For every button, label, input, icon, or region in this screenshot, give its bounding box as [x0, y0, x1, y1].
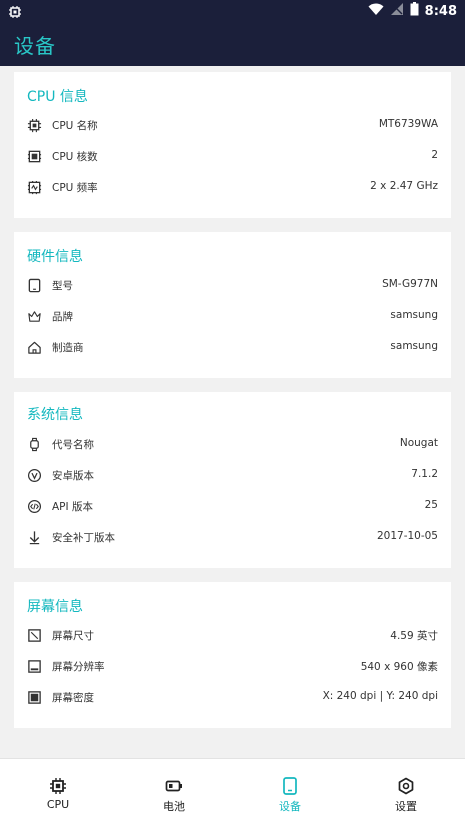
crown-icon: [27, 309, 42, 324]
row-label: API 版本: [52, 501, 93, 513]
row-value: samsung: [390, 340, 438, 352]
row-security-patch: 安全补丁版本 2017-10-05: [27, 528, 438, 548]
tablet-icon: [27, 278, 42, 293]
row-value: 25: [424, 499, 438, 511]
row-manufacturer: 制造商 samsung: [27, 338, 438, 358]
wifi-icon: [368, 2, 384, 20]
device-info-icon: [8, 4, 22, 18]
battery-icon: [410, 2, 419, 20]
row-label: 屏幕密度: [52, 692, 94, 704]
nav-item-device[interactable]: 设备: [232, 759, 348, 828]
resolution-icon: [27, 659, 42, 674]
row-cpu-name: CPU 名称 MT6739WA: [27, 116, 438, 136]
screen-size-icon: [27, 628, 42, 643]
card-title-system: 系统信息: [27, 407, 83, 423]
signal-icon: [390, 2, 404, 20]
home-icon: [27, 340, 42, 355]
row-label: 屏幕尺寸: [52, 630, 94, 642]
row-value: SM-G977N: [382, 278, 438, 290]
status-bar: 8:48: [0, 0, 465, 22]
cores-icon: [27, 149, 42, 164]
cpu-info-card: CPU 信息 CPU 名称 MT6739WA CPU 核数 2 CPU 频率 2…: [14, 72, 451, 218]
nav-label: 设备: [279, 800, 301, 813]
row-cpu-cores: CPU 核数 2: [27, 147, 438, 167]
bottom-navigation: CPU 电池 设备 设置: [0, 758, 465, 828]
row-label: 屏幕分辨率: [52, 661, 105, 673]
row-resolution: 屏幕分辨率 540 x 960 像素: [27, 657, 438, 677]
android-version-icon: [27, 468, 42, 483]
nav-label: CPU: [46, 798, 70, 811]
row-label: 安卓版本: [52, 470, 94, 482]
watch-icon: [27, 437, 42, 452]
row-label: CPU 名称: [52, 120, 98, 132]
status-time: 8:48: [424, 3, 457, 19]
hardware-info-card: 硬件信息 型号 SM-G977N 品牌 samsung 制造商 samsung: [14, 232, 451, 378]
nav-label: 设置: [395, 800, 417, 813]
api-icon: [27, 499, 42, 514]
app-bar: 设备: [0, 22, 465, 66]
row-value: X: 240 dpi | Y: 240 dpi: [322, 690, 438, 702]
row-brand: 品牌 samsung: [27, 307, 438, 327]
nav-item-settings[interactable]: 设置: [348, 759, 464, 828]
page-title: 设备: [14, 34, 56, 58]
row-screen-size: 屏幕尺寸 4.59 英寸: [27, 626, 438, 646]
row-label: 制造商: [52, 342, 84, 354]
card-title-cpu: CPU 信息: [27, 89, 88, 105]
row-label: 安全补丁版本: [52, 532, 115, 544]
frequency-icon: [27, 180, 42, 195]
row-cpu-frequency: CPU 频率 2 x 2.47 GHz: [27, 178, 438, 198]
chip-icon: [27, 118, 42, 133]
row-api-version: API 版本 25: [27, 497, 438, 517]
row-value: 4.59 英寸: [390, 630, 438, 642]
screen-info-card: 屏幕信息 屏幕尺寸 4.59 英寸 屏幕分辨率 540 x 960 像素 屏幕密…: [14, 582, 451, 728]
row-value: 7.1.2: [411, 468, 438, 480]
cpu-nav-icon: [49, 777, 67, 795]
nav-label: 电池: [163, 800, 185, 813]
card-title-screen: 屏幕信息: [27, 599, 83, 615]
row-value: 2 x 2.47 GHz: [370, 180, 438, 192]
settings-nav-icon: [397, 777, 415, 795]
density-icon: [27, 690, 42, 705]
row-density: 屏幕密度 X: 240 dpi | Y: 240 dpi: [27, 688, 438, 708]
row-value: 2017-10-05: [376, 530, 438, 542]
nav-item-cpu[interactable]: CPU: [0, 759, 116, 828]
row-label: 代号名称: [52, 439, 94, 451]
security-patch-icon: [27, 530, 42, 545]
row-label: CPU 核数: [52, 151, 98, 163]
system-info-card: 系统信息 代号名称 Nougat 安卓版本 7.1.2 API 版本 25 安全…: [14, 392, 451, 568]
row-codename: 代号名称 Nougat: [27, 435, 438, 455]
row-value: samsung: [390, 309, 438, 321]
row-value: 2: [431, 149, 438, 161]
row-model: 型号 SM-G977N: [27, 276, 438, 296]
device-nav-icon: [281, 777, 299, 795]
row-value: MT6739WA: [378, 118, 438, 130]
row-android-version: 安卓版本 7.1.2: [27, 466, 438, 486]
row-label: CPU 频率: [52, 182, 98, 194]
battery-nav-icon: [165, 777, 183, 795]
row-label: 型号: [52, 280, 73, 292]
row-label: 品牌: [52, 311, 73, 323]
row-value: Nougat: [399, 437, 438, 449]
card-title-hardware: 硬件信息: [27, 249, 83, 265]
nav-item-battery[interactable]: 电池: [116, 759, 232, 828]
row-value: 540 x 960 像素: [360, 661, 438, 673]
